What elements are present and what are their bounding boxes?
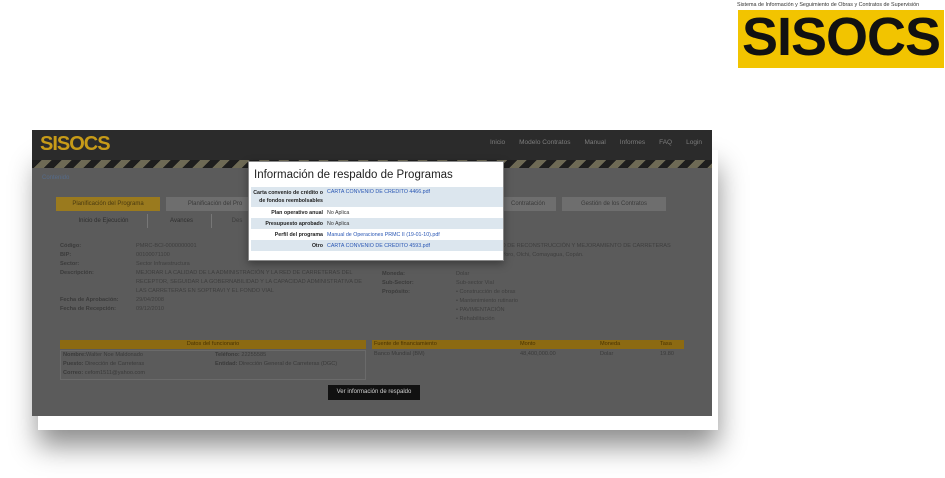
label-moneda: Moneda: [382, 271, 405, 277]
value-bip: 00100071100 [136, 252, 170, 258]
value-subsector: Sub-sector Vial [456, 280, 494, 286]
modal-table: Carta convenio de crédito o de fondos re… [251, 187, 503, 251]
sisocs-logo: SISOCS [738, 10, 944, 68]
label-fecha-recepcion: Fecha de Recepción: [60, 306, 116, 312]
row-value-presupuesto: No Aplica [325, 218, 503, 229]
row-label-otro: Otro [251, 240, 325, 251]
table-row: Plan operativo anual No Aplica [251, 207, 503, 218]
sisocs-brand: Sistema de Información y Seguimiento de … [735, 0, 945, 72]
official-email: cefom1511@yahoo.com [84, 370, 146, 376]
nav-login[interactable]: Login [686, 139, 702, 146]
label-codigo: Código: [60, 243, 82, 249]
official-entity: Dirección General de Carreteras (DGC) [238, 361, 338, 367]
tab-avances[interactable]: Avances [152, 214, 212, 228]
value-sector: Sector Infraestructura [136, 261, 190, 267]
nav-modelo-contratos[interactable]: Modelo Contratos [519, 139, 570, 146]
nav-manual[interactable]: Manual [584, 139, 605, 146]
funding-col-source: Fuente de financiamiento [374, 341, 437, 347]
funding-col-amount: Monto [520, 341, 536, 347]
modal-title: Información de respaldo de Programas [254, 169, 453, 181]
tab-contratacion[interactable]: Contratación [500, 197, 556, 211]
label-bip: BIP: [60, 252, 72, 258]
program-title-right: CTO DE RECONSTRUCCIÓN Y MEJORAMIENTO DE … [494, 242, 704, 260]
backup-info-modal: Información de respaldo de Programas Car… [248, 161, 504, 261]
table-row: Otro CARTA CONVENIO DE CREDITO 4593.pdf [251, 240, 503, 251]
official-header: Datos del funcionario [60, 340, 366, 349]
logo-text: SISOCS [741, 10, 941, 67]
table-row: Presupuesto aprobado No Aplica [251, 218, 503, 229]
program-details-right: Moneda: Dolar Sub-Sector: Sub-sector Vial … [382, 270, 582, 324]
value-program-name: CTO DE RECONSTRUCCIÓN Y MEJORAMIENTO DE … [494, 243, 671, 249]
row-label-presupuesto: Presupuesto aprobado [251, 218, 325, 229]
app-nav: Inicio Modelo Contratos Manual Informes … [490, 139, 702, 146]
nav-informes[interactable]: Informes [620, 139, 645, 146]
table-row: Carta convenio de crédito o de fondos re… [251, 187, 503, 207]
purpose-list: • Construcción de obras • Mantenimiento … [456, 288, 518, 324]
view-backup-button[interactable]: Ver información de respaldo [328, 385, 420, 400]
official-position: Dirección de Carreteras [85, 361, 145, 367]
page: Sistema de Información y Seguimiento de … [0, 0, 945, 478]
link-carta-4593[interactable]: CARTA CONVENIO DE CREDITO 4593.pdf [327, 243, 430, 249]
label-subsector: Sub-Sector: [382, 280, 414, 286]
tab-inicio-ejecucion[interactable]: Inicio de Ejecución [60, 214, 148, 228]
funding-col-rate: Tasa [660, 341, 672, 347]
label-proposito: Propósito: [382, 289, 410, 295]
value-fecha-aprobacion: 29/04/2008 [136, 297, 164, 303]
app-logo: SISOCS [40, 133, 111, 155]
nav-inicio[interactable]: Inicio [490, 139, 505, 146]
label-fecha-aprobacion: Fecha de Aprobación: [60, 297, 119, 303]
label-sector: Sector: [60, 261, 80, 267]
value-moneda: Dolar [456, 271, 470, 277]
tab-planificacion-programa[interactable]: Planificación del Programa [56, 197, 160, 211]
value-fecha-recepcion: 09/12/2010 [136, 306, 164, 312]
tab-gestion-contratos[interactable]: Gestión de los Contratos [562, 197, 666, 211]
value-departments: ro, Yoro, Olchi, Comayagua, Copán. [494, 252, 584, 258]
breadcrumb[interactable]: Contenido [42, 175, 69, 181]
funding-header: Fuente de financiamiento Monto Moneda Ta… [372, 340, 684, 349]
table-row: Perfil del programa Manual de Operacione… [251, 229, 503, 240]
row-label-perfil: Perfil del programa [274, 231, 323, 238]
label-descripcion: Descripción: [60, 270, 94, 276]
list-item: • Rehabilitación [456, 316, 495, 322]
link-carta-4466[interactable]: CARTA CONVENIO DE CREDITO 4466.pdf [327, 189, 430, 195]
link-manual-operaciones[interactable]: Manual de Operaciones PRMC II (19-01-10)… [327, 232, 440, 238]
value-codigo: PMRC-BCI-0000000001 [136, 243, 197, 249]
list-item: • Construcción de obras [456, 289, 516, 295]
brand-tagline: Sistema de Información y Seguimiento de … [737, 2, 920, 8]
official-box: Nombre:Walter Noe Maldonado Teléfono: 22… [60, 350, 366, 380]
nav-faq[interactable]: FAQ [659, 139, 672, 146]
value-descripcion: MEJORAR LA CALIDAD DE LA ADMINISTRACIÓN … [136, 270, 362, 294]
table-row: Banco Mundial (BM) 48,400,000.00 Dolar 1… [374, 351, 674, 357]
funding-col-currency: Moneda [600, 341, 621, 347]
official-name: Walter Noe Maldonado [86, 352, 144, 358]
row-label-plan: Plan operativo anual [271, 209, 323, 216]
row-value-plan: No Aplica [327, 209, 350, 216]
list-item: • PAVIMENTACIÓN [456, 307, 505, 313]
app-header: SISOCS Inicio Modelo Contratos Manual In… [32, 130, 712, 160]
official-phone: 22255585 [241, 352, 267, 358]
list-item: • Mantenimiento rutinario [456, 298, 518, 304]
row-label-carta: Carta convenio de crédito o de fondos re… [251, 187, 325, 207]
